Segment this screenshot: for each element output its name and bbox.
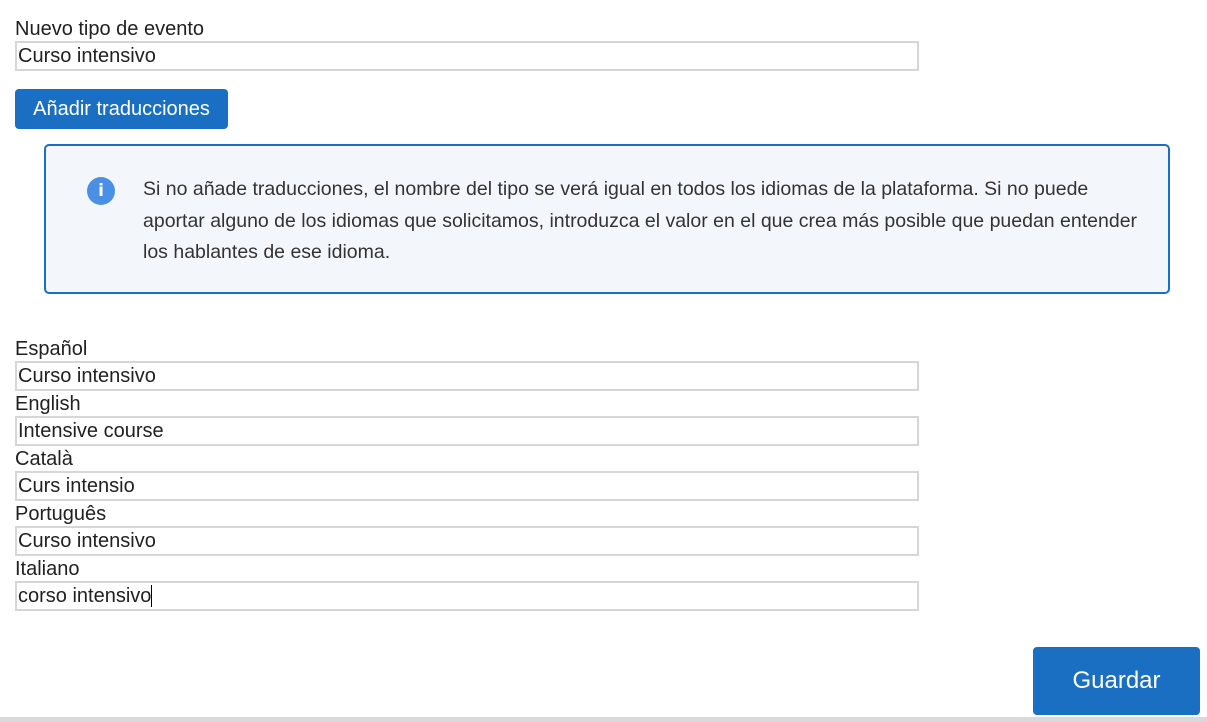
translation-input-it[interactable]: corso intensivo xyxy=(15,581,919,611)
translation-label-pt: Português xyxy=(15,503,107,525)
event-type-form: Nuevo tipo de evento Curso intensivo Aña… xyxy=(0,0,1207,722)
text-cursor xyxy=(151,585,153,607)
translation-input-en[interactable]: Intensive course xyxy=(15,416,919,446)
translation-label-en: English xyxy=(15,393,81,415)
translation-input-it-value: corso intensivo xyxy=(18,584,152,607)
info-notice-text: Si no añade traducciones, el nombre del … xyxy=(143,178,1138,263)
translation-label-es: Español xyxy=(15,338,88,360)
translation-input-pt-value: Curso intensivo xyxy=(18,529,156,552)
translation-input-pt[interactable]: Curso intensivo xyxy=(15,526,919,556)
event-type-input-value: Curso intensivo xyxy=(18,44,156,67)
bottom-divider xyxy=(0,717,1207,722)
info-notice: i Si no añade traducciones, el nombre de… xyxy=(44,144,1170,294)
translation-input-ca[interactable]: Curs intensio xyxy=(15,471,919,501)
translation-input-ca-value: Curs intensio xyxy=(18,474,135,497)
translation-input-en-value: Intensive course xyxy=(18,419,164,442)
event-type-input[interactable]: Curso intensivo xyxy=(15,41,919,71)
translation-label-ca: Català xyxy=(15,448,73,470)
translation-label-it: Italiano xyxy=(15,558,80,580)
add-translations-button[interactable]: Añadir traducciones xyxy=(15,89,228,129)
info-icon: i xyxy=(87,177,115,205)
translation-input-es[interactable]: Curso intensivo xyxy=(15,361,919,391)
save-button[interactable]: Guardar xyxy=(1033,647,1200,715)
event-type-label: Nuevo tipo de evento xyxy=(15,18,205,40)
translation-input-es-value: Curso intensivo xyxy=(18,364,156,387)
